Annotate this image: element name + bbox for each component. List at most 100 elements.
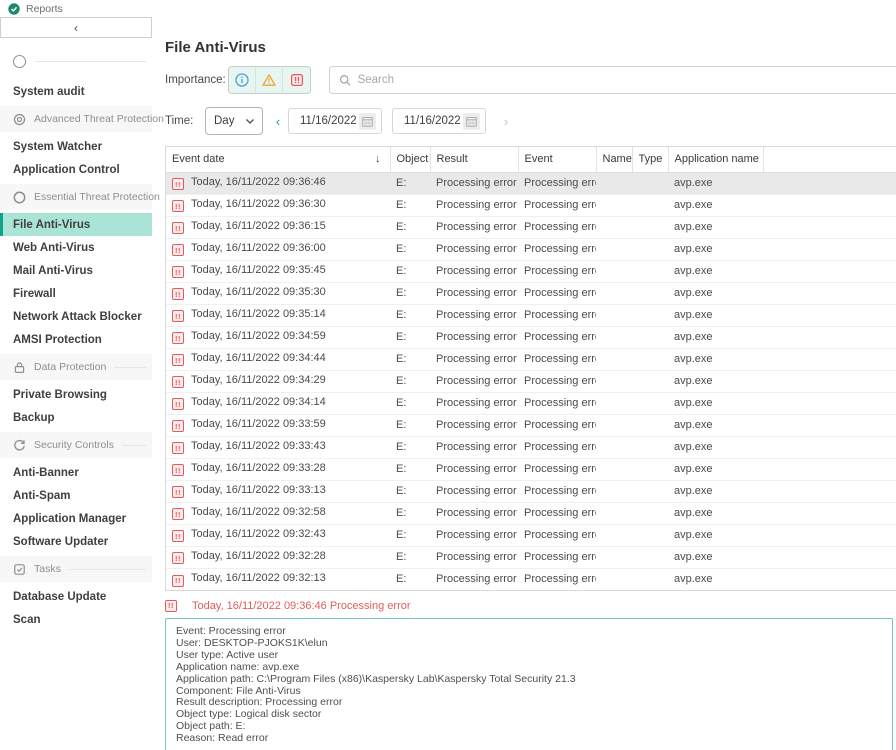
cell-event-date: !!Today, 16/11/2022 09:35:14 xyxy=(166,304,390,326)
table-row[interactable]: !!Today, 16/11/2022 09:33:13 E: Processi… xyxy=(166,480,896,502)
table-row[interactable]: !!Today, 16/11/2022 09:36:46 E: Processi… xyxy=(166,172,896,194)
cell-application-name: avp.exe xyxy=(668,370,763,392)
detail-line: Object path: E: xyxy=(176,721,882,733)
sidebar-item-label: Software Updater xyxy=(13,536,108,548)
calendar-icon[interactable] xyxy=(359,113,376,130)
table-row[interactable]: !!Today, 16/11/2022 09:36:30 E: Processi… xyxy=(166,194,896,216)
cell-result: Processing error xyxy=(430,326,518,348)
sidebar-item[interactable]: Scan xyxy=(0,608,152,631)
table-row[interactable]: !!Today, 16/11/2022 09:34:29 E: Processi… xyxy=(166,370,896,392)
sidebar-item[interactable]: Network Attack Blocker xyxy=(0,305,152,328)
cell-application-name: avp.exe xyxy=(668,546,763,568)
table-row[interactable]: !!Today, 16/11/2022 09:36:00 E: Processi… xyxy=(166,238,896,260)
sidebar-item[interactable]: Mail Anti-Virus xyxy=(0,259,152,282)
detail-line: User type: Active user xyxy=(176,650,882,662)
table-row[interactable]: !!Today, 16/11/2022 09:33:59 E: Processi… xyxy=(166,414,896,436)
table-row[interactable]: !!Today, 16/11/2022 09:33:43 E: Processi… xyxy=(166,436,896,458)
cell-filler xyxy=(763,260,896,282)
sidebar-item: Essential Threat Protection xyxy=(0,184,152,210)
error-icon: !! xyxy=(172,310,184,322)
importance-filter-group xyxy=(228,66,311,94)
date-from-value: 11/16/2022 xyxy=(300,115,357,127)
column-header-name[interactable]: Name xyxy=(596,147,632,172)
cell-name xyxy=(596,458,632,480)
sidebar-item[interactable]: System audit xyxy=(0,80,152,103)
app-titlebar: Reports xyxy=(0,0,896,17)
importance-warning-button[interactable] xyxy=(256,67,283,93)
period-select[interactable]: Day xyxy=(205,107,263,135)
column-header-event[interactable]: Event xyxy=(518,147,596,172)
table-row[interactable]: !!Today, 16/11/2022 09:35:14 E: Processi… xyxy=(166,304,896,326)
cell-result: Processing error xyxy=(430,194,518,216)
importance-info-button[interactable] xyxy=(229,67,256,93)
table-row[interactable]: !!Today, 16/11/2022 09:32:13 E: Processi… xyxy=(166,568,896,590)
cell-filler xyxy=(763,370,896,392)
event-detail-summary: !! Today, 16/11/2022 09:36:46 Processing… xyxy=(165,600,896,612)
sidebar-item[interactable]: Backup xyxy=(0,406,152,429)
table-row[interactable]: !!Today, 16/11/2022 09:32:58 E: Processi… xyxy=(166,502,896,524)
collapse-sidebar-button[interactable]: ‹ xyxy=(0,17,152,38)
cell-filler xyxy=(763,392,896,414)
cell-application-name: avp.exe xyxy=(668,414,763,436)
table-row[interactable]: !!Today, 16/11/2022 09:32:43 E: Processi… xyxy=(166,524,896,546)
calendar-icon[interactable] xyxy=(463,113,480,130)
column-header-application-name[interactable]: Application name xyxy=(668,147,763,172)
error-icon: !! xyxy=(172,376,184,388)
sidebar-item[interactable]: Private Browsing xyxy=(0,383,152,406)
sort-desc-icon[interactable]: ↓ xyxy=(375,153,381,165)
cell-result: Processing error xyxy=(430,458,518,480)
table-row[interactable]: !!Today, 16/11/2022 09:35:30 E: Processi… xyxy=(166,282,896,304)
date-to-field[interactable]: 11/16/2022 xyxy=(392,108,486,134)
table-row[interactable]: !!Today, 16/11/2022 09:32:28 E: Processi… xyxy=(166,546,896,568)
column-header-type[interactable]: Type xyxy=(632,147,668,172)
search-input[interactable] xyxy=(358,74,896,86)
sidebar-item-label: Firewall xyxy=(13,288,56,300)
table-row[interactable]: !!Today, 16/11/2022 09:34:14 E: Processi… xyxy=(166,392,896,414)
period-value: Day xyxy=(214,115,234,127)
sidebar-item[interactable]: File Anti-Virus xyxy=(0,213,152,236)
sidebar-item[interactable]: Anti-Banner xyxy=(0,461,152,484)
sidebar-item[interactable]: AMSI Protection xyxy=(0,328,152,351)
sidebar-item[interactable]: Firewall xyxy=(0,282,152,305)
error-icon: !! xyxy=(172,486,184,498)
importance-error-button[interactable] xyxy=(283,67,310,93)
events-table: Event date ↓ Object Result Event Name Ty… xyxy=(165,146,896,591)
cell-type xyxy=(632,282,668,304)
table-row[interactable]: !!Today, 16/11/2022 09:35:45 E: Processi… xyxy=(166,260,896,282)
sidebar-item-label: Web Anti-Virus xyxy=(13,242,95,254)
cell-application-name: avp.exe xyxy=(668,480,763,502)
cell-object: E: xyxy=(390,458,430,480)
sidebar-item: Data Protection xyxy=(0,354,152,380)
column-header-result[interactable]: Result xyxy=(430,147,518,172)
cell-name xyxy=(596,502,632,524)
sidebar-item[interactable]: Software Updater xyxy=(0,530,152,553)
ring-icon xyxy=(13,55,26,68)
cell-event: Processing error xyxy=(518,392,596,414)
error-icon: !! xyxy=(172,266,184,278)
next-period-button[interactable]: › xyxy=(496,114,516,129)
table-row[interactable]: !!Today, 16/11/2022 09:33:28 E: Processi… xyxy=(166,458,896,480)
sidebar-item[interactable]: Anti-Spam xyxy=(0,484,152,507)
cell-object: E: xyxy=(390,304,430,326)
table-row[interactable]: !!Today, 16/11/2022 09:34:44 E: Processi… xyxy=(166,348,896,370)
sidebar-item: Advanced Threat Protection xyxy=(0,106,152,132)
error-icon: !! xyxy=(172,398,184,410)
cell-event: Processing error xyxy=(518,260,596,282)
column-header-object[interactable]: Object xyxy=(390,147,430,172)
date-from-field[interactable]: 11/16/2022 xyxy=(288,108,382,134)
table-row[interactable]: !!Today, 16/11/2022 09:34:59 E: Processi… xyxy=(166,326,896,348)
prev-period-button[interactable]: ‹ xyxy=(268,114,288,129)
cell-filler xyxy=(763,436,896,458)
sidebar-item[interactable]: System Watcher xyxy=(0,135,152,158)
sidebar-item[interactable]: Application Manager xyxy=(0,507,152,530)
sidebar-item[interactable]: Web Anti-Virus xyxy=(0,236,152,259)
column-header-event-date[interactable]: Event date ↓ xyxy=(166,147,390,172)
cell-name xyxy=(596,282,632,304)
sidebar-item[interactable]: Database Update xyxy=(0,585,152,608)
cell-application-name: avp.exe xyxy=(668,282,763,304)
table-row[interactable]: !!Today, 16/11/2022 09:36:15 E: Processi… xyxy=(166,216,896,238)
error-icon: !! xyxy=(172,200,184,212)
cell-type xyxy=(632,480,668,502)
cell-object: E: xyxy=(390,260,430,282)
sidebar-item[interactable]: Application Control xyxy=(0,158,152,181)
